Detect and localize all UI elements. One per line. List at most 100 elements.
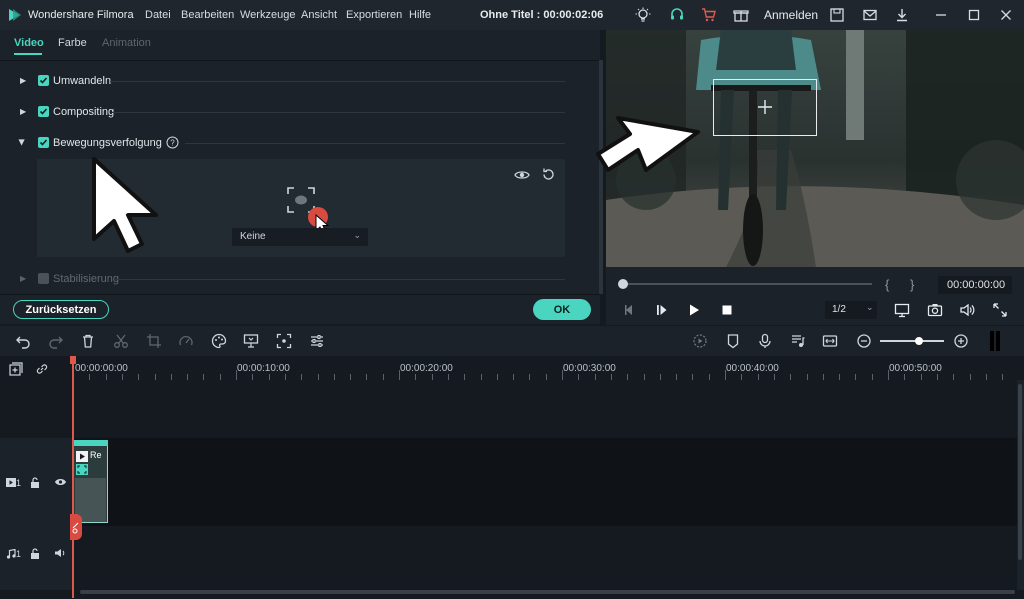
audio-track-number: 1 [16, 549, 22, 559]
zoom-slider-track[interactable] [880, 340, 944, 342]
music-note-icon [6, 549, 16, 559]
eye-icon[interactable] [514, 168, 530, 182]
menu-export[interactable]: Exportieren [346, 9, 402, 21]
microphone-icon[interactable] [757, 333, 773, 349]
color-palette-icon[interactable] [211, 333, 227, 349]
green-screen-icon[interactable] [243, 333, 259, 349]
section-divider [114, 279, 565, 280]
audio-track[interactable] [72, 526, 1017, 590]
timeline-hscrollbar[interactable] [80, 590, 1015, 594]
panel-scrollbar[interactable] [599, 60, 603, 294]
link-icon[interactable] [35, 362, 49, 376]
mail-icon[interactable] [862, 7, 878, 23]
playhead-handle[interactable] [70, 356, 76, 364]
fit-timeline-icon[interactable] [822, 333, 838, 349]
section-divider [185, 143, 565, 144]
empty-track[interactable] [72, 380, 1017, 438]
mark-in-icon[interactable]: { [885, 277, 889, 292]
scrub-handle[interactable] [618, 279, 628, 289]
svg-text:?: ? [170, 139, 175, 148]
volume-icon[interactable] [959, 302, 975, 318]
expand-caret-icon[interactable]: ▶ [20, 274, 26, 283]
add-track-icon[interactable] [9, 362, 23, 376]
scissors-icon[interactable] [113, 333, 129, 349]
cart-icon[interactable] [701, 7, 717, 23]
delete-icon[interactable] [80, 333, 96, 349]
tab-video[interactable]: Video [14, 37, 44, 49]
marker-icon[interactable] [725, 333, 741, 349]
menu-tools[interactable]: Werkzeuge [240, 9, 295, 21]
video-track[interactable] [72, 438, 1017, 526]
play-icon[interactable] [686, 302, 702, 318]
snapshot-icon[interactable] [927, 302, 943, 318]
stop-icon[interactable] [719, 302, 735, 318]
crop-icon[interactable] [146, 333, 162, 349]
redo-icon[interactable] [48, 333, 64, 349]
filmora-logo-icon [9, 9, 21, 21]
maximize-icon[interactable] [966, 7, 982, 23]
ruler-label: 00:00:40:00 [726, 363, 779, 374]
download-icon[interactable] [894, 7, 910, 23]
previous-frame-icon[interactable] [621, 302, 637, 318]
section-divider [112, 112, 565, 113]
display-icon[interactable] [894, 302, 910, 318]
ruler-ticks [73, 370, 1003, 380]
chevron-down-icon: ⌄ [866, 302, 874, 312]
gift-icon[interactable] [733, 7, 749, 23]
close-icon[interactable] [998, 7, 1014, 23]
tab-animation[interactable]: Animation [102, 37, 151, 49]
reset-icon[interactable] [541, 167, 556, 182]
lock-icon[interactable] [30, 548, 40, 559]
video-preview[interactable] [606, 30, 1024, 267]
voiceover-list-icon[interactable] [790, 333, 806, 349]
preview-timecode: 00:00:00:00 [947, 279, 1006, 291]
motion-tracking-badge-icon [76, 464, 88, 475]
app-name: Wondershare Filmora [28, 9, 134, 21]
tracking-target-select[interactable]: Keine ⌄ [232, 228, 368, 246]
ruler-label: 00:00:10:00 [237, 363, 290, 374]
lock-icon[interactable] [30, 477, 40, 488]
minimize-icon[interactable] [933, 7, 949, 23]
empty-track-header [0, 380, 72, 438]
motion-track-icon[interactable] [276, 333, 292, 349]
save-icon[interactable] [829, 7, 845, 23]
reset-button[interactable]: Zurücksetzen [13, 300, 109, 319]
step-frame-icon[interactable] [654, 302, 670, 318]
mark-out-icon[interactable]: } [910, 277, 914, 292]
render-icon[interactable] [692, 333, 708, 349]
help-icon[interactable]: ? [166, 136, 179, 149]
section-label-motion-tracking[interactable]: Bewegungsverfolgung [53, 137, 162, 149]
undo-icon[interactable] [15, 333, 31, 349]
stabilization-checkbox[interactable] [38, 273, 49, 284]
fullscreen-icon[interactable] [992, 302, 1008, 318]
expand-caret-icon[interactable]: ▶ [20, 76, 26, 85]
headset-support-icon[interactable] [669, 7, 685, 23]
section-label-transform[interactable]: Umwandeln [53, 75, 111, 87]
scrub-track[interactable] [622, 283, 872, 285]
scissors-playhead-icon[interactable] [70, 514, 82, 540]
menu-file[interactable]: Datei [145, 9, 171, 21]
clip-header [73, 440, 108, 446]
timeline-vscrollbar[interactable] [1018, 384, 1022, 560]
preview-frame [606, 30, 1024, 267]
video-track-number: 1 [16, 478, 22, 488]
zoom-slider-handle[interactable] [915, 337, 923, 345]
menu-view[interactable]: Ansicht [301, 9, 337, 21]
speed-icon[interactable] [178, 333, 194, 349]
menu-help[interactable]: Hilfe [409, 9, 431, 21]
signin-link[interactable]: Anmelden [764, 8, 818, 22]
section-label-stabilization[interactable]: Stabilisierung [53, 273, 119, 285]
menu-edit[interactable]: Bearbeiten [181, 9, 234, 21]
playhead[interactable] [72, 358, 74, 598]
zoom-in-icon[interactable] [953, 333, 969, 349]
section-label-compositing[interactable]: Compositing [53, 106, 114, 118]
zoom-out-icon[interactable] [856, 333, 872, 349]
tab-color[interactable]: Farbe [58, 37, 87, 49]
speaker-icon[interactable] [54, 548, 66, 558]
collapse-caret-icon[interactable]: ▶ [18, 139, 27, 145]
ok-button[interactable]: OK [533, 299, 591, 320]
adjust-icon[interactable] [309, 333, 325, 349]
lightbulb-icon[interactable] [635, 7, 651, 23]
expand-caret-icon[interactable]: ▶ [20, 107, 26, 116]
eye-icon[interactable] [54, 477, 67, 487]
